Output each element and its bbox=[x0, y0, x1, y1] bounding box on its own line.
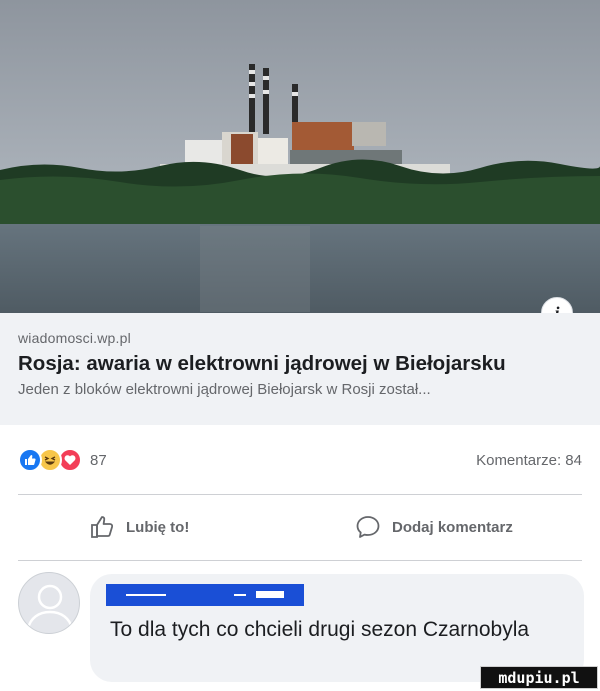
like-button[interactable]: Lubię to! bbox=[88, 510, 189, 544]
link-description: Jeden z bloków elektrowni jądrowej Bieło… bbox=[18, 381, 431, 398]
reaction-count: 87 bbox=[90, 451, 107, 469]
link-domain: wiadomosci.wp.pl bbox=[18, 330, 131, 346]
link-title[interactable]: Rosja: awaria w elektrowni jądrowej w Bi… bbox=[18, 352, 506, 376]
link-preview-image[interactable] bbox=[0, 0, 600, 313]
watermark: mdupiu.pl bbox=[480, 666, 598, 689]
add-comment-button[interactable]: Dodaj komentarz bbox=[354, 510, 513, 544]
avatar[interactable] bbox=[18, 572, 80, 634]
default-avatar-icon bbox=[26, 584, 74, 630]
speech-bubble-icon bbox=[354, 513, 382, 541]
comment-count[interactable]: Komentarze: 84 bbox=[476, 452, 582, 469]
like-button-label: Lubię to! bbox=[126, 518, 190, 536]
power-plant-photo bbox=[0, 0, 600, 313]
reactions-summary[interactable]: 87 bbox=[18, 447, 107, 473]
divider bbox=[18, 560, 582, 561]
comment-text: To dla tych co chcieli drugi sezon Czarn… bbox=[110, 618, 530, 641]
redacted-author-name bbox=[106, 584, 304, 606]
divider bbox=[18, 494, 582, 495]
add-comment-label: Dodaj komentarz bbox=[392, 518, 513, 536]
like-icon bbox=[18, 448, 42, 472]
thumbs-up-icon bbox=[88, 513, 116, 541]
